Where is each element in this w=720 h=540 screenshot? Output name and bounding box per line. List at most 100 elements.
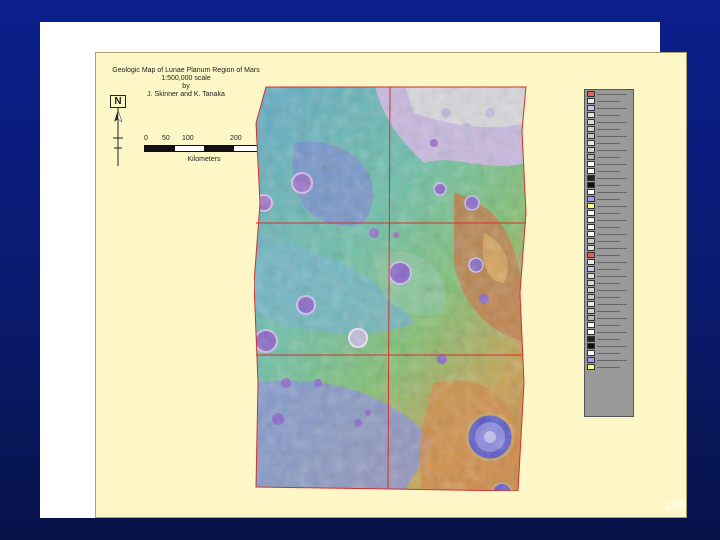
legend-row [587,315,631,321]
legend-row [587,98,631,104]
legend-swatch [587,245,595,251]
legend-swatch [587,224,595,230]
legend-text-placeholder [597,282,620,284]
legend-text-placeholder [597,177,627,179]
legend-text-placeholder [597,198,620,200]
legend-row [587,329,631,335]
legend-row [587,231,631,237]
legend-swatch [587,105,595,111]
legend-row [587,161,631,167]
legend-text-placeholder [597,233,627,235]
north-arrow-icon: N [110,95,126,173]
legend-text-placeholder [597,296,620,298]
legend-text-placeholder [597,338,620,340]
legend-text-placeholder [597,184,620,186]
legend-row [587,238,631,244]
legend-swatch [587,273,595,279]
legend-row [587,252,631,258]
legend-swatch [587,133,595,139]
legend-text-placeholder [597,100,620,102]
scale-tick-50: 50 [162,135,170,142]
legend-swatch [587,315,595,321]
legend-swatch [587,140,595,146]
scale-tick-200: 200 [230,135,242,142]
legend-row [587,133,631,139]
legend-text-placeholder [597,191,627,193]
legend-row [587,294,631,300]
scale-tick-100: 100 [182,135,194,142]
legend-swatch [587,259,595,265]
legend-swatch [587,210,595,216]
legend-swatch [587,189,595,195]
legend-swatch [587,294,595,300]
legend-row [587,287,631,293]
legend-row [587,112,631,118]
legend-text-placeholder [597,142,620,144]
legend-row [587,350,631,356]
legend-text-placeholder [597,205,627,207]
legend-text-placeholder [597,303,627,305]
legend-row [587,91,631,97]
legend-row [587,217,631,223]
legend-row [587,126,631,132]
legend-row [587,196,631,202]
map-legend [584,89,634,417]
legend-text-placeholder [597,254,620,256]
legend-swatch [587,196,595,202]
legend-swatch [587,252,595,258]
legend-row [587,336,631,342]
legend-text-placeholder [597,352,620,354]
legend-row [587,154,631,160]
legend-row [587,140,631,146]
legend-text-placeholder [597,317,627,319]
legend-text-placeholder [597,135,627,137]
legend-swatch [587,154,595,160]
map-title-block: Geologic Map of Lunae Planum Region of M… [106,67,266,99]
scale-bar-segments [144,145,264,152]
legend-swatch [587,364,595,370]
legend-swatch [587,217,595,223]
legend-swatch [587,343,595,349]
legend-swatch [587,112,595,118]
legend-text-placeholder [597,121,627,123]
legend-row [587,189,631,195]
north-arrow-shaft-icon [113,108,123,166]
legend-swatch [587,203,595,209]
legend-swatch [587,175,595,181]
legend-text-placeholder [597,128,620,130]
legend-text-placeholder [597,107,627,109]
legend-swatch [587,91,595,97]
legend-swatch [587,119,595,125]
legend-text-placeholder [597,149,627,151]
map-scale-text: 1:500,000 scale [161,75,211,82]
scale-tick-0: 0 [144,135,148,142]
legend-text-placeholder [597,324,620,326]
legend-text-placeholder [597,93,627,95]
legend-text-placeholder [597,310,620,312]
legend-text-placeholder [597,156,620,158]
legend-text-placeholder [597,240,620,242]
legend-swatch [587,98,595,104]
legend-row [587,259,631,265]
map-by-text: by [182,83,190,90]
legend-row [587,182,631,188]
legend-swatch [587,182,595,188]
legend-swatch [587,238,595,244]
legend-row [587,175,631,181]
legend-swatch [587,287,595,293]
legend-text-placeholder [597,219,627,221]
legend-swatch [587,322,595,328]
legend-text-placeholder [597,114,620,116]
legend-text-placeholder [597,345,627,347]
legend-swatch [587,126,595,132]
legend-row [587,105,631,111]
legend-text-placeholder [597,163,627,165]
legend-row [587,203,631,209]
legend-row [587,168,631,174]
legend-swatch [587,161,595,167]
legend-swatch [587,147,595,153]
legend-swatch [587,266,595,272]
legend-swatch [587,168,595,174]
legend-text-placeholder [597,359,627,361]
legend-text-placeholder [597,226,620,228]
